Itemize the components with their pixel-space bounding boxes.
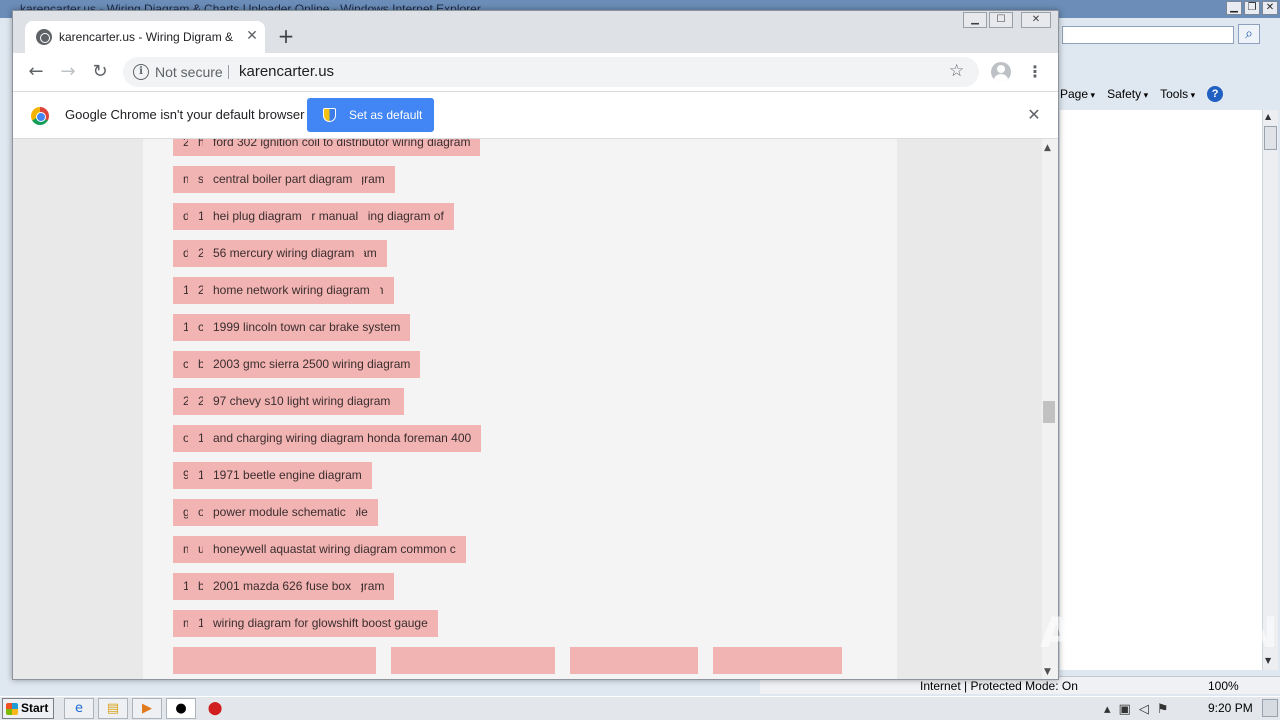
tag-link[interactable]: honeywell aquastat wiring diagram common… — [203, 536, 466, 563]
kebab-menu-icon[interactable]: ⋮ — [1025, 59, 1045, 85]
default-browser-infobar: Google Chrome isn't your default browser… — [13, 91, 1058, 139]
internet-explorer-icon[interactable]: e — [64, 698, 94, 719]
page-viewport: 2003 audi a4 stereo wiring diagramh8 wir… — [13, 139, 1058, 679]
set-as-default-label: Set as default — [349, 108, 423, 122]
ie-safety-menu[interactable]: Safety — [1107, 87, 1148, 101]
tag-link[interactable] — [713, 647, 842, 674]
scroll-down-icon[interactable]: ▼ — [1265, 656, 1271, 665]
ie-content-area — [1060, 110, 1262, 670]
system-tray: ▴ ▣ ◁ ⚑ — [1104, 699, 1168, 719]
ie-page-menu[interactable]: Page — [1060, 87, 1095, 101]
chrome-window: karencarter.us - Wiring Digram & Charts … — [12, 10, 1059, 680]
scroll-up-icon[interactable]: ▲ — [1044, 143, 1051, 153]
chrome-logo-icon — [31, 107, 49, 125]
clock[interactable]: 9:20 PM — [1208, 701, 1253, 715]
ie-close-button[interactable]: ✕ — [1262, 1, 1278, 15]
tag-link[interactable] — [391, 647, 555, 674]
browser-toolbar: ← → ↻ i Not secure karencarter.us ☆ ⋮ — [13, 53, 1058, 91]
ie-zoom-level[interactable]: 100% — [1208, 679, 1239, 693]
file-explorer-icon[interactable]: ▤ — [98, 698, 128, 719]
address-bar[interactable]: i Not secure karencarter.us ☆ — [123, 57, 979, 87]
back-button[interactable]: ← — [23, 59, 49, 85]
close-window-button[interactable]: ✕ — [1021, 12, 1051, 28]
tab-strip: karencarter.us - Wiring Digram & Charts … — [13, 11, 1058, 53]
security-indicator[interactable]: Not secure — [155, 64, 223, 80]
tag-link[interactable]: hei plug diagram — [203, 203, 312, 230]
tag-link[interactable]: 2001 mazda 626 fuse box — [203, 573, 362, 600]
scroll-down-icon[interactable]: ▼ — [1044, 667, 1051, 677]
ie-vertical-scrollbar[interactable]: ▲ ▼ — [1262, 110, 1278, 670]
start-label: Start — [21, 701, 49, 715]
tag-link[interactable]: home network wiring diagram — [203, 277, 380, 304]
tag-link[interactable]: 2003 gmc sierra 2500 wiring diagram — [203, 351, 421, 378]
windows-logo-icon — [6, 703, 18, 715]
new-tab-button[interactable]: + — [275, 25, 297, 47]
start-button[interactable]: Start — [2, 698, 54, 719]
ie-tools-menu[interactable]: Tools — [1160, 87, 1195, 101]
info-icon[interactable]: i — [133, 64, 149, 80]
flag-icon[interactable]: ⚑ — [1157, 702, 1169, 717]
tag-link[interactable]: and charging wiring diagram honda forema… — [203, 425, 482, 452]
tray-expand-icon[interactable]: ▴ — [1104, 702, 1111, 717]
forward-button[interactable]: → — [55, 59, 81, 85]
windows-taskbar: Start e ▤ ▶ ● ⬤ ▴ ▣ ◁ ⚑ 9:20 PM — [0, 696, 1280, 720]
browser-tab[interactable]: karencarter.us - Wiring Digram & Charts … — [25, 21, 265, 53]
globe-icon — [36, 29, 52, 45]
close-infobar-icon[interactable]: ✕ — [1023, 104, 1045, 126]
ie-command-bar: Page Safety Tools ? — [1060, 84, 1224, 104]
tag-link[interactable]: 97 chevy s10 light wiring diagram — [203, 388, 401, 415]
network-icon[interactable]: ▣ — [1119, 702, 1131, 717]
volume-icon[interactable]: ◁ — [1139, 702, 1149, 717]
uac-shield-icon — [323, 108, 336, 122]
maximize-button[interactable]: ☐ — [989, 12, 1013, 28]
tab-title: karencarter.us - Wiring Digram & Charts … — [59, 30, 235, 44]
chrome-taskbar-icon[interactable]: ● — [166, 698, 196, 719]
tag-link[interactable] — [570, 647, 698, 674]
tag-link[interactable]: 56 mercury wiring diagram — [203, 240, 365, 267]
tag-link[interactable]: central boiler part diagram — [203, 166, 363, 193]
help-icon[interactable]: ? — [1207, 86, 1224, 102]
bookmark-star-icon[interactable]: ☆ — [949, 61, 964, 81]
omnibox-divider — [228, 65, 229, 79]
minimize-button[interactable]: ▁ — [963, 12, 987, 28]
ie-minimize-button[interactable]: ▁ — [1226, 1, 1242, 15]
tag-link[interactable]: power module schematic — [203, 499, 356, 526]
page-content-column: 2003 audi a4 stereo wiring diagramh8 wir… — [143, 139, 897, 679]
tag-link[interactable]: 1999 lincoln town car brake system — [203, 314, 411, 341]
tag-link[interactable]: wiring diagram for glowshift boost gauge — [203, 610, 438, 637]
set-as-default-button[interactable]: Set as default — [307, 98, 434, 132]
reload-button[interactable]: ↻ — [87, 59, 113, 85]
tag-link[interactable] — [173, 647, 376, 674]
stop-icon[interactable]: ⬤ — [200, 698, 230, 719]
scroll-up-icon[interactable]: ▲ — [1265, 112, 1271, 121]
page-scrollbar[interactable]: ▲ ▼ — [1042, 139, 1058, 679]
anyrun-watermark: ANY▷RUN — [1040, 608, 1279, 657]
profile-avatar-icon[interactable] — [991, 62, 1011, 82]
show-desktop-button[interactable] — [1262, 699, 1278, 717]
ie-restore-button[interactable]: ❐ — [1244, 1, 1260, 15]
ie-security-zone: Internet | Protected Mode: On — [920, 679, 1078, 693]
ie-search-input[interactable] — [1062, 26, 1234, 44]
infobar-message: Google Chrome isn't your default browser — [65, 107, 305, 122]
media-player-icon[interactable]: ▶ — [132, 698, 162, 719]
page-scroll-thumb[interactable] — [1043, 401, 1055, 423]
tag-link[interactable]: 1971 beetle engine diagram — [203, 462, 372, 489]
search-icon[interactable]: ⌕ — [1238, 24, 1260, 44]
close-tab-icon[interactable]: ✕ — [243, 27, 261, 45]
tag-link[interactable]: ford 302 ignition coil to distributor wi… — [203, 139, 481, 156]
ie-scroll-thumb[interactable] — [1264, 126, 1277, 150]
url-text[interactable]: karencarter.us — [239, 63, 334, 80]
